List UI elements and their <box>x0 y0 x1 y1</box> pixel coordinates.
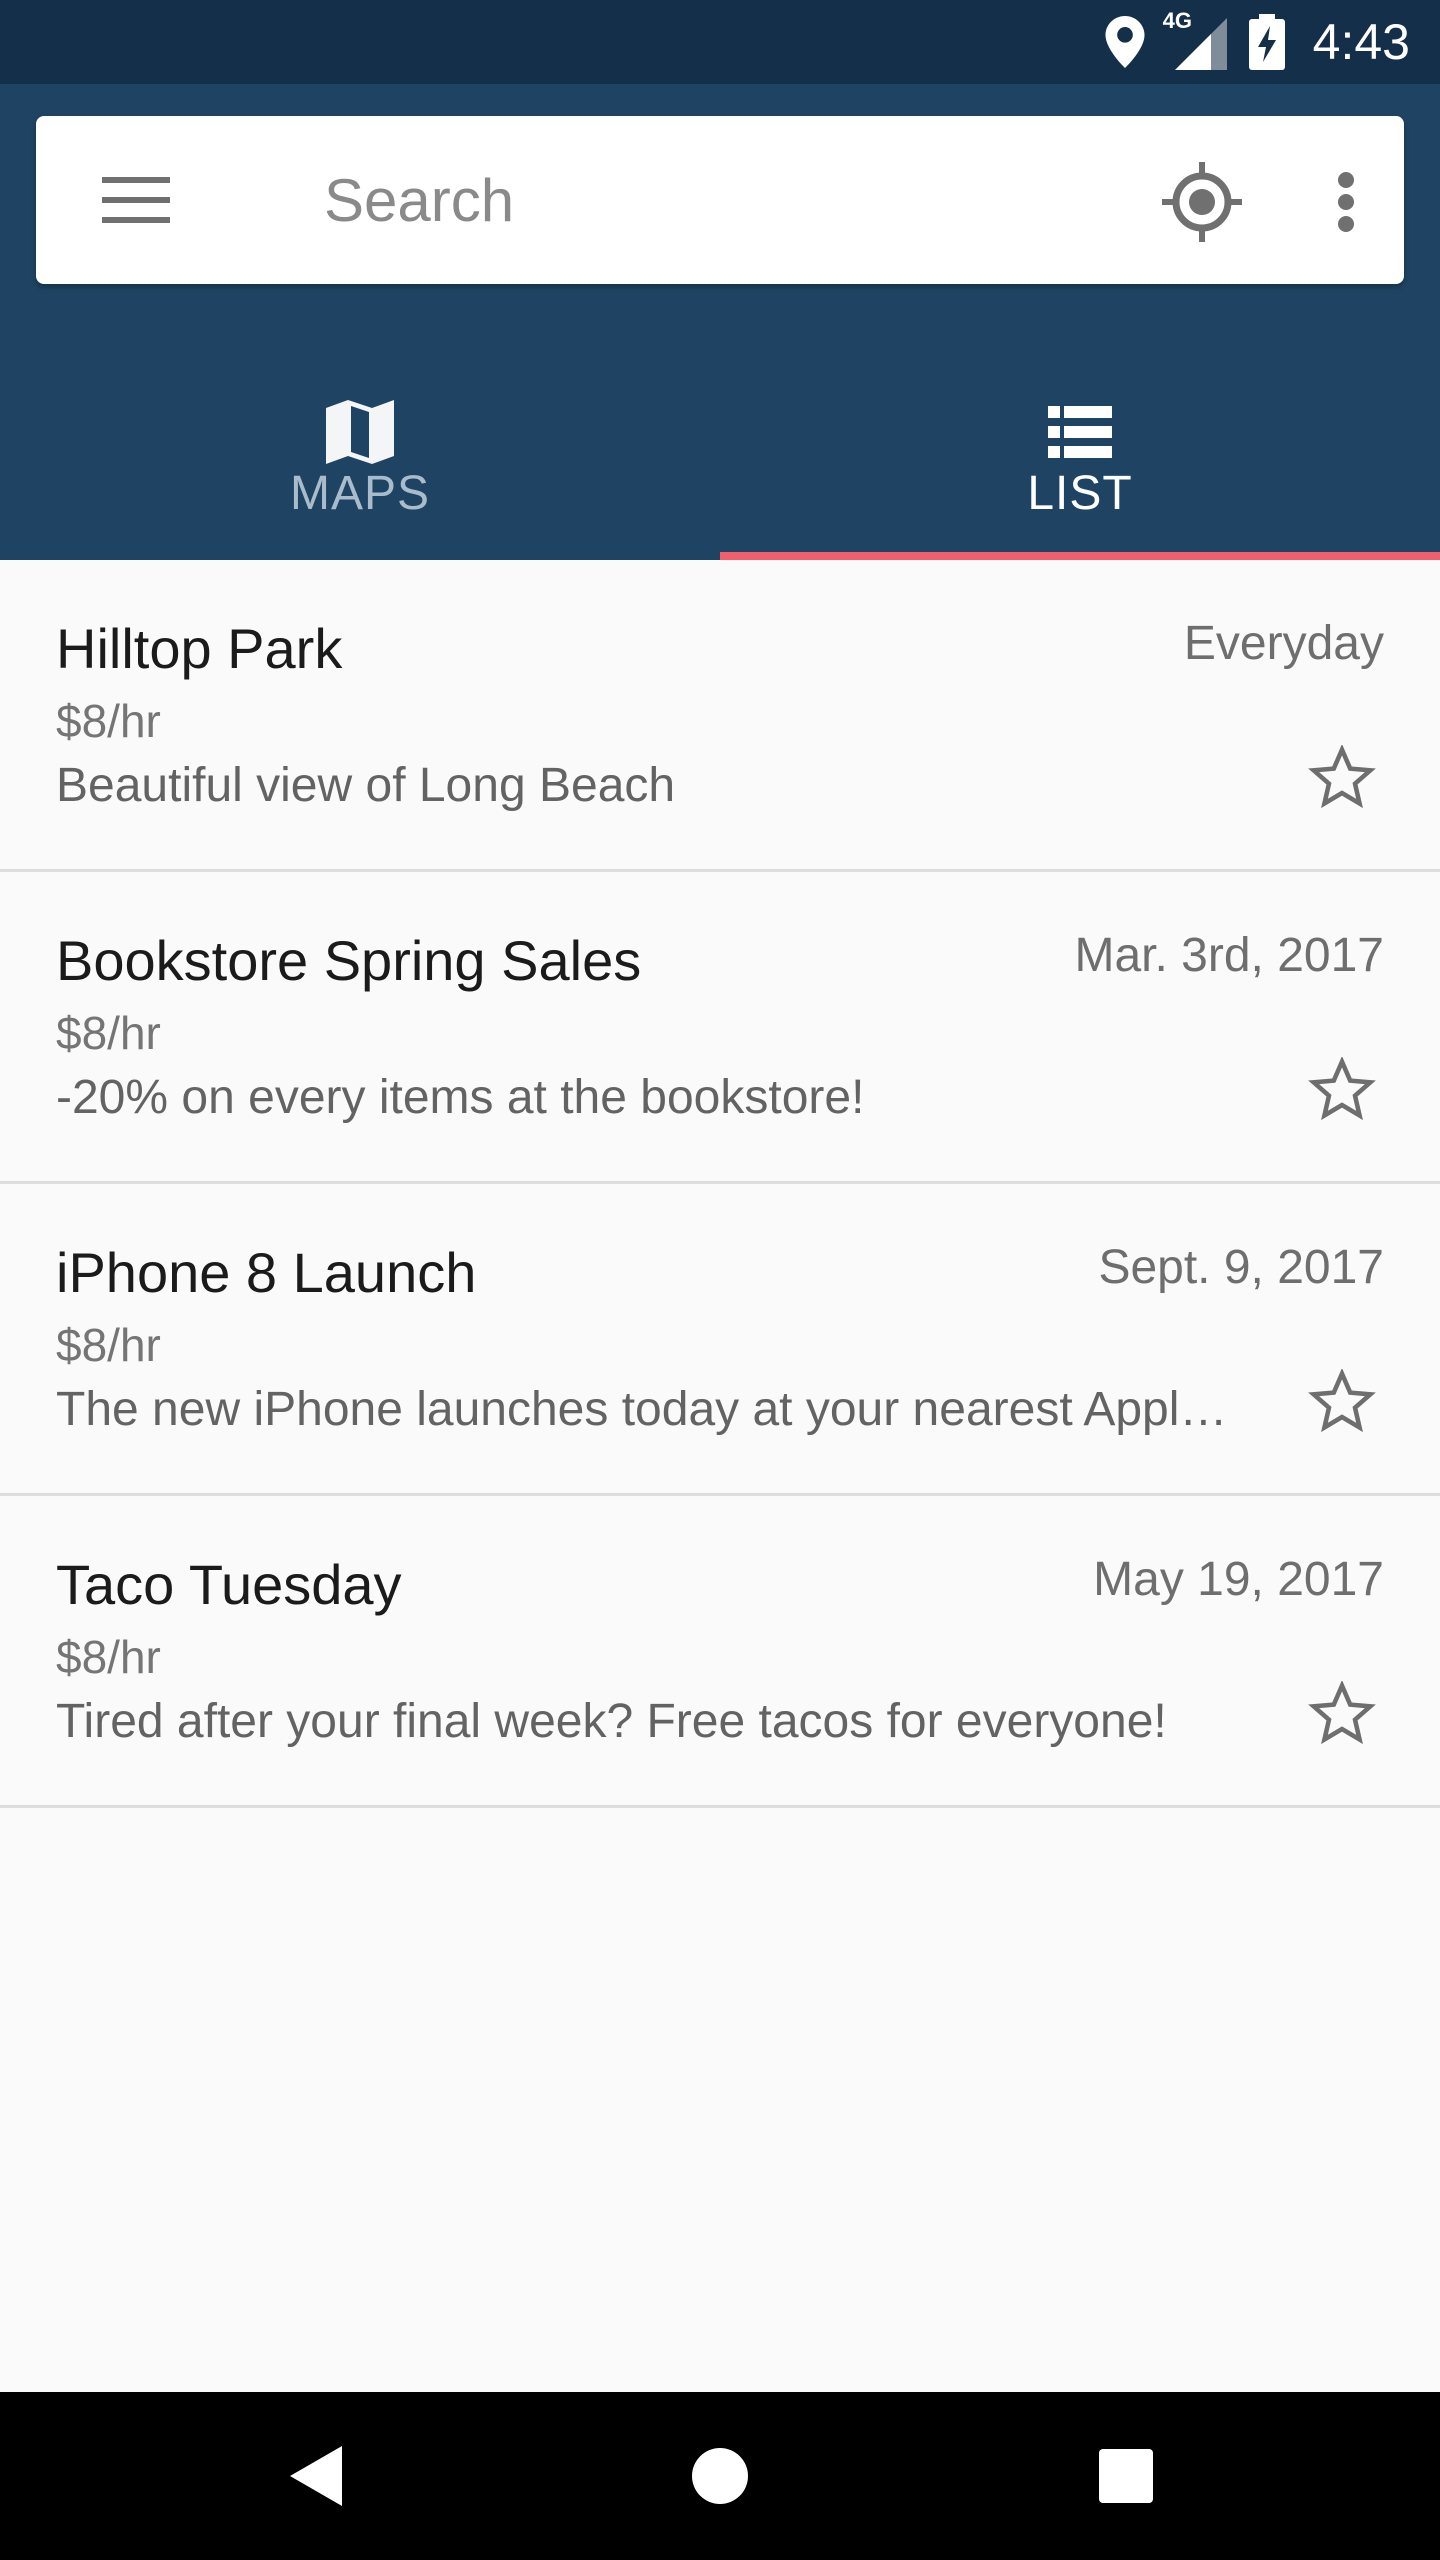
tab-list-label: LIST <box>1027 467 1133 520</box>
app-header: MAPS LIST <box>0 84 1440 560</box>
tab-list[interactable]: LIST <box>720 344 1440 560</box>
more-options-button[interactable] <box>1304 160 1388 244</box>
item-title: Bookstore Spring Sales <box>56 929 642 992</box>
item-date: May 19, 2017 <box>1093 1553 1384 1606</box>
favorite-button[interactable] <box>1302 1050 1382 1130</box>
item-description: Tired after your final week? Free tacos … <box>56 1695 1167 1748</box>
star-outline-icon <box>1308 745 1376 809</box>
star-outline-icon <box>1308 1057 1376 1121</box>
list-item[interactable]: iPhone 8 Launch Sept. 9, 2017 $8/hr The … <box>0 1184 1440 1496</box>
status-time: 4:43 <box>1312 14 1410 70</box>
search-input[interactable] <box>324 160 1104 240</box>
item-description: Beautiful view of Long Beach <box>56 759 676 812</box>
item-description: -20% on every items at the bookstore! <box>56 1071 865 1124</box>
signal-icon <box>1174 18 1227 70</box>
item-description: The new iPhone launches today at your ne… <box>56 1383 1228 1436</box>
home-icon <box>692 2448 748 2504</box>
recents-icon <box>1099 2449 1153 2503</box>
item-title: Hilltop Park <box>56 617 343 680</box>
favorite-button[interactable] <box>1302 1674 1382 1754</box>
list-icon <box>1048 406 1112 458</box>
location-icon <box>1105 16 1145 68</box>
more-vert-icon <box>1338 172 1354 232</box>
list-item[interactable]: Bookstore Spring Sales Mar. 3rd, 2017 $8… <box>0 872 1440 1184</box>
star-outline-icon <box>1308 1681 1376 1745</box>
recents-button[interactable] <box>1074 2424 1178 2528</box>
favorite-button[interactable] <box>1302 1362 1382 1442</box>
tab-selected-indicator <box>720 552 1440 560</box>
item-title: iPhone 8 Launch <box>56 1241 477 1304</box>
list-item[interactable]: Taco Tuesday May 19, 2017 $8/hr Tired af… <box>0 1496 1440 1808</box>
my-location-button[interactable] <box>1156 156 1248 248</box>
home-button[interactable] <box>668 2424 772 2528</box>
item-price: $8/hr <box>56 1007 161 1059</box>
map-icon <box>326 400 394 464</box>
menu-button[interactable] <box>100 164 172 236</box>
status-bar: 4G 4:43 <box>0 0 1440 84</box>
back-button[interactable] <box>264 2424 368 2528</box>
back-icon <box>290 2446 342 2506</box>
item-price: $8/hr <box>56 1631 161 1683</box>
item-price: $8/hr <box>56 1319 161 1371</box>
hamburger-menu-icon <box>102 177 170 223</box>
item-date: Sept. 9, 2017 <box>1098 1241 1384 1294</box>
star-outline-icon <box>1308 1369 1376 1433</box>
tab-maps[interactable]: MAPS <box>0 344 720 560</box>
list-item[interactable]: Hilltop Park Everyday $8/hr Beautiful vi… <box>0 560 1440 872</box>
favorite-button[interactable] <box>1302 738 1382 818</box>
my-location-icon <box>1162 162 1242 242</box>
search-bar <box>36 116 1404 284</box>
item-price: $8/hr <box>56 695 161 747</box>
signal-indicator: 4G <box>1163 8 1227 70</box>
battery-charging-icon <box>1248 14 1285 70</box>
system-nav-bar <box>0 2392 1440 2560</box>
item-title: Taco Tuesday <box>56 1553 402 1616</box>
item-date: Everyday <box>1183 617 1384 670</box>
tab-maps-label: MAPS <box>289 467 431 520</box>
event-list: Hilltop Park Everyday $8/hr Beautiful vi… <box>0 560 1440 1808</box>
item-date: Mar. 3rd, 2017 <box>1074 929 1384 982</box>
tab-bar: MAPS LIST <box>0 344 1440 560</box>
